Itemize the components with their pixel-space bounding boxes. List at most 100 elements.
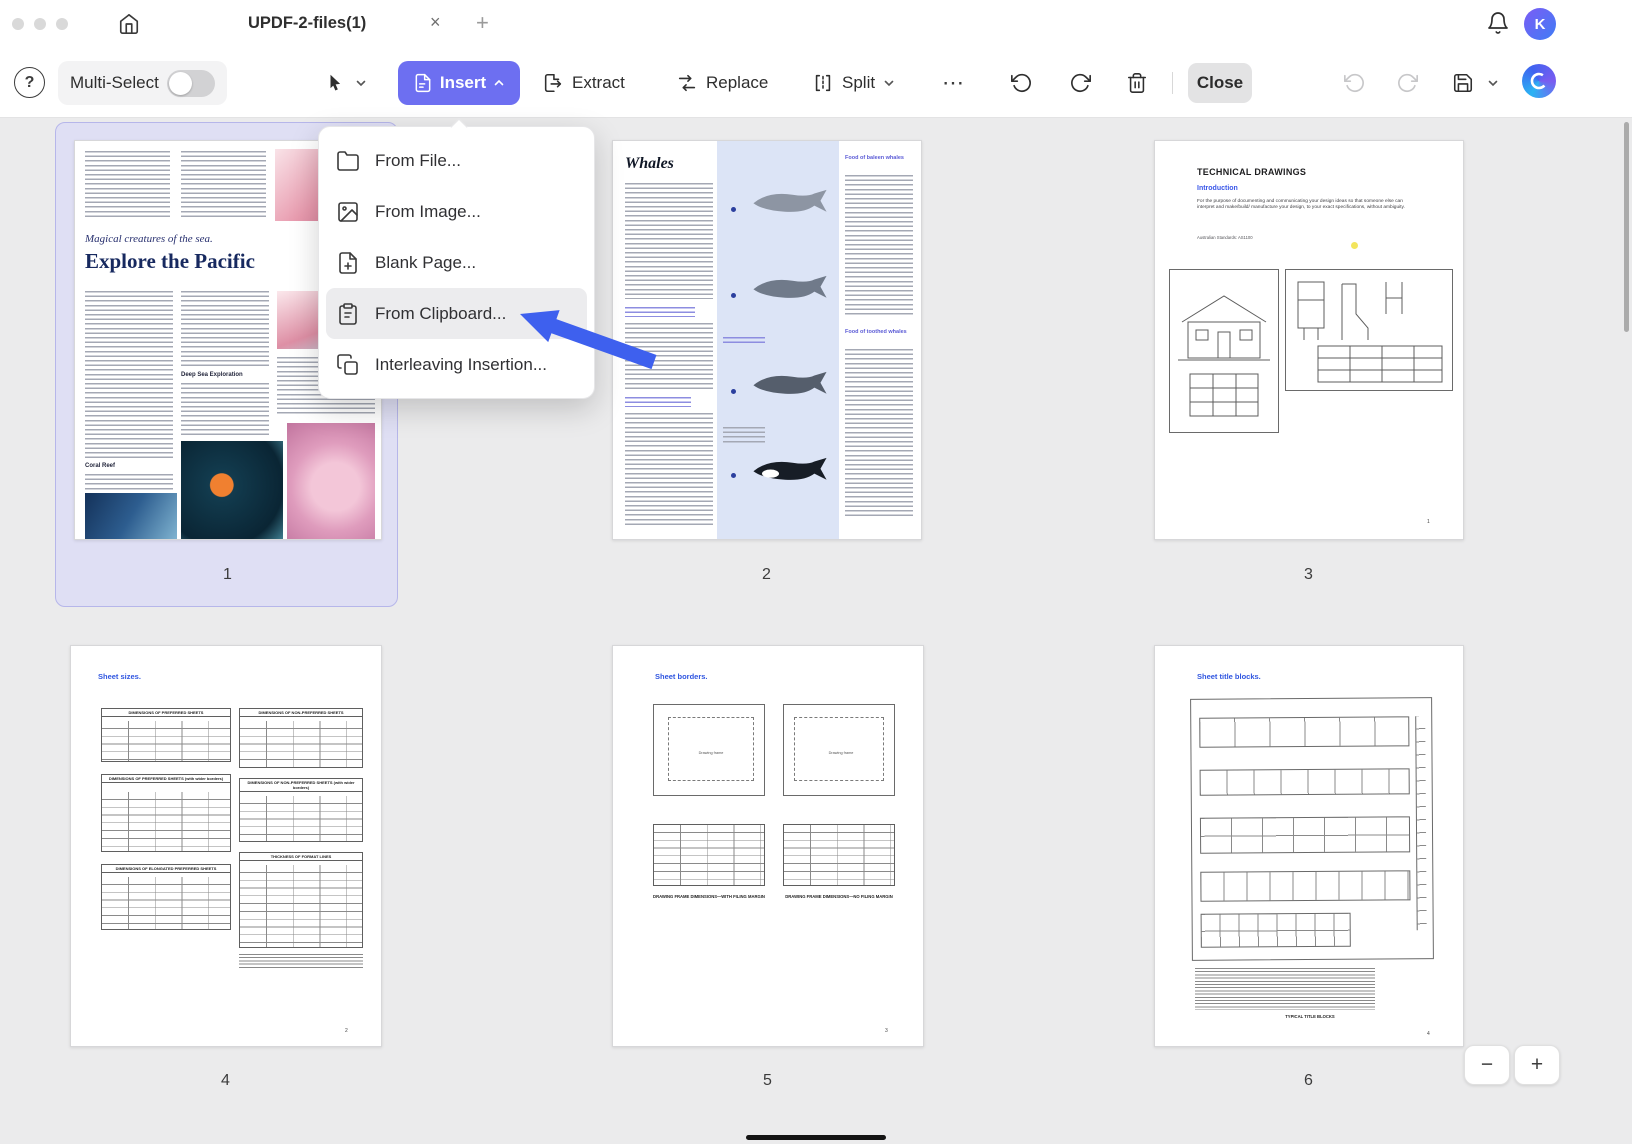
text-lines — [85, 291, 173, 459]
page2-heading-baleen: Food of baleen whales — [845, 155, 915, 161]
house-elevation-drawing — [1174, 274, 1274, 428]
page-thumbnail-3[interactable]: TECHNICAL DRAWINGS Introduction For the … — [1154, 140, 1464, 540]
close-button[interactable]: Close — [1188, 63, 1252, 103]
page2-title: Whales — [625, 155, 674, 173]
clownfish-photo — [181, 441, 283, 539]
image-icon — [336, 200, 360, 224]
menu-item-label: From Image... — [375, 202, 481, 222]
page3-inner-number: 1 — [1427, 519, 1430, 525]
page5-inner-number: 3 — [885, 1028, 888, 1034]
delete-page-button[interactable] — [1120, 61, 1154, 105]
page-thumbnail-4[interactable]: Sheet sizes. DIMENSIONS OF PREFERRED SHE… — [70, 645, 382, 1047]
page-number-6: 6 — [1304, 1072, 1313, 1090]
frame-diagram-no-margin: Drawing frame — [783, 704, 895, 796]
page-number-1: 1 — [223, 566, 232, 584]
whale-timeline-band — [717, 141, 839, 540]
furniture-drawing-box — [1285, 269, 1453, 391]
select-tool-button[interactable] — [325, 61, 367, 105]
anemone-photo — [287, 423, 375, 539]
chair-drawing — [1290, 274, 1448, 386]
save-button[interactable] — [1446, 61, 1480, 105]
page1-heading-coral-reef: Coral Reef — [85, 463, 115, 469]
page4-inner-number: 2 — [345, 1028, 348, 1034]
chevron-down-icon — [355, 77, 367, 89]
new-tab-button[interactable]: + — [476, 10, 489, 36]
insert-page-icon — [413, 73, 433, 93]
page2-heading-toothed: Food of toothed whales — [845, 329, 915, 335]
insert-button[interactable]: Insert — [398, 61, 520, 105]
home-button[interactable] — [112, 9, 146, 39]
page-number-5: 5 — [763, 1072, 772, 1090]
fish-school-photo — [85, 493, 177, 539]
replace-label: Replace — [706, 73, 768, 93]
more-options-button[interactable]: ⋯ — [936, 61, 970, 105]
history-undo-button[interactable] — [1338, 61, 1370, 105]
ai-swirl-icon — [1522, 64, 1556, 98]
sheet-table: DIMENSIONS OF PREFERRED SHEETS (with wid… — [101, 774, 231, 852]
home-indicator — [746, 1135, 886, 1140]
tab-close-button[interactable]: × — [430, 12, 441, 33]
chevron-down-icon — [1487, 77, 1499, 89]
zoom-out-button[interactable]: − — [1464, 1045, 1510, 1085]
page3-title: TECHNICAL DRAWINGS — [1197, 167, 1306, 177]
blank-page-plus-icon — [336, 251, 360, 275]
ai-assistant-button[interactable] — [1522, 64, 1556, 98]
page-thumbnail-6[interactable]: Sheet title blocks. TYPICAL TITLE BLOCKS… — [1154, 645, 1464, 1047]
menu-item-from-file[interactable]: From File... — [326, 135, 587, 186]
text-lines — [181, 291, 269, 367]
timeline-dot — [731, 389, 736, 394]
notifications-button[interactable] — [1486, 11, 1512, 37]
sheet-table: DIMENSIONS OF NON-PREFERRED SHEETS (with… — [239, 778, 363, 842]
window-minimize-light[interactable] — [34, 18, 46, 30]
menu-caret — [451, 119, 468, 136]
undo-button[interactable] — [1004, 61, 1038, 105]
insert-label: Insert — [440, 73, 486, 93]
undo-icon — [1010, 72, 1032, 94]
menu-item-from-image[interactable]: From Image... — [326, 186, 587, 237]
page-number-2: 2 — [762, 566, 771, 584]
border-table — [783, 824, 895, 886]
window-zoom-light[interactable] — [56, 18, 68, 30]
vertical-scrollbar[interactable] — [1624, 122, 1629, 332]
text-lines — [625, 397, 691, 407]
extract-button[interactable]: Extract — [542, 61, 625, 105]
window-close-light[interactable] — [12, 18, 24, 30]
multi-select-label: Multi-Select — [70, 73, 159, 93]
replace-icon — [676, 72, 698, 94]
page-number-4: 4 — [221, 1072, 230, 1090]
text-lines — [845, 349, 913, 517]
clipboard-icon — [336, 302, 360, 326]
redo-button[interactable] — [1064, 61, 1098, 105]
timeline-dot — [731, 473, 736, 478]
page3-standard: Australian Standards: AS1100 — [1197, 235, 1253, 240]
page4-title: Sheet sizes. — [98, 672, 141, 681]
user-avatar[interactable]: K — [1524, 8, 1556, 40]
replace-button[interactable]: Replace — [676, 61, 768, 105]
multi-select-toggle[interactable] — [167, 70, 215, 97]
toolbar: ? Multi-Select Insert Extract Replace Sp… — [0, 48, 1632, 118]
page6-title: Sheet title blocks. — [1197, 672, 1261, 681]
page6-inner-number: 4 — [1427, 1031, 1430, 1037]
whale-illustration — [751, 273, 829, 303]
help-button[interactable]: ? — [14, 67, 45, 98]
page5-title: Sheet borders. — [655, 672, 708, 681]
bell-icon — [1486, 11, 1510, 35]
whale-illustration — [751, 369, 829, 399]
page6-caption: TYPICAL TITLE BLOCKS — [1235, 1014, 1385, 1019]
zoom-in-button[interactable]: + — [1514, 1045, 1560, 1085]
save-menu-button[interactable] — [1484, 61, 1502, 105]
sheet-table: DIMENSIONS OF NON-PREFERRED SHEETS — [239, 708, 363, 768]
page-thumbnail-5[interactable]: Sheet borders. Drawing frame Drawing fra… — [612, 645, 924, 1047]
tab-title[interactable]: UPDF-2-files(1) — [248, 14, 366, 33]
menu-item-blank-page[interactable]: Blank Page... — [326, 237, 587, 288]
redo-icon — [1070, 72, 1092, 94]
text-lines — [625, 413, 713, 525]
history-redo-button[interactable] — [1392, 61, 1424, 105]
interleave-pages-icon — [336, 353, 360, 377]
extract-label: Extract — [572, 73, 625, 93]
page1-heading-deep-sea: Deep Sea Exploration — [181, 372, 243, 378]
text-lines — [181, 151, 266, 219]
menu-item-label: From Clipboard... — [375, 304, 506, 324]
multi-select-group: Multi-Select — [58, 61, 227, 105]
split-button[interactable]: Split — [812, 61, 895, 105]
